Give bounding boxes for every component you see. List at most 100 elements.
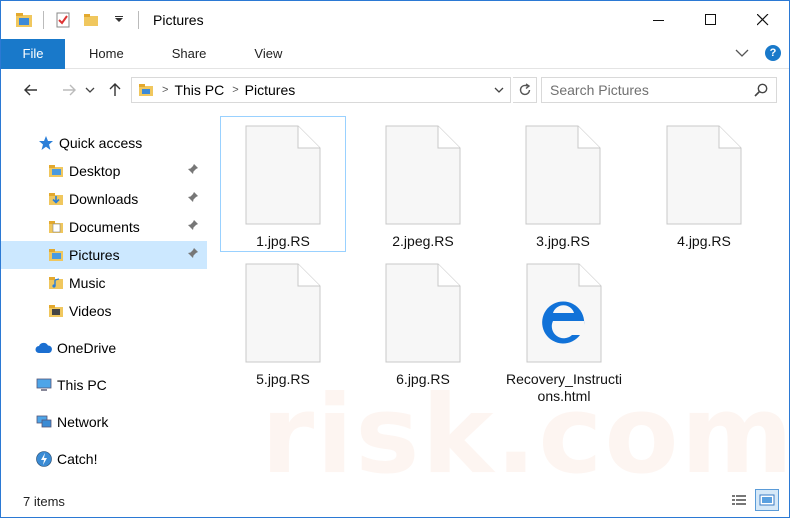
file-name: 6.jpg.RS <box>396 371 450 387</box>
file-name: 4.jpg.RS <box>677 233 731 249</box>
file-name: Recovery_Instructions.html <box>506 371 622 404</box>
edge-html-file-icon <box>526 263 602 363</box>
explorer-window: Pictures File Home Share View ? > This P… <box>0 0 790 518</box>
sidebar-item-label: Downloads <box>69 191 139 207</box>
file-name: 1.jpg.RS <box>256 233 310 249</box>
search-box[interactable] <box>541 77 777 103</box>
blank-file-icon <box>385 263 461 363</box>
forward-button[interactable] <box>57 78 81 102</box>
breadcrumb-separator-icon[interactable]: > <box>232 84 238 96</box>
sidebar-item-label: Documents <box>69 219 140 235</box>
refresh-button[interactable] <box>513 77 537 103</box>
pictures-folder-icon <box>138 83 154 97</box>
file-name: 2.jpeg.RS <box>392 233 454 249</box>
expand-ribbon-chevron-icon[interactable] <box>735 48 749 58</box>
back-arrow-icon <box>24 84 37 96</box>
file-list: 1.jpg.RS 2.jpeg.RS 3.jpg.RS 4.jpg.RS 5.j <box>207 111 789 483</box>
navigation-bar: > This PC > Pictures <box>1 73 789 107</box>
details-view-icon <box>732 495 746 505</box>
cloud-icon <box>35 339 53 357</box>
pin-icon[interactable] <box>187 191 199 206</box>
forward-arrow-icon <box>63 84 76 96</box>
sidebar-item-catch[interactable]: Catch! <box>1 445 207 473</box>
sidebar-item-downloads[interactable]: Downloads <box>1 185 207 213</box>
minimize-button[interactable] <box>633 1 685 39</box>
blank-file-icon <box>385 125 461 225</box>
sidebar-item-label: Videos <box>69 303 112 319</box>
file-item[interactable]: 3.jpg.RS <box>501 117 625 250</box>
pin-icon[interactable] <box>187 219 199 234</box>
file-item[interactable]: Recovery_Instructions.html <box>501 255 627 405</box>
ribbon-tabs: File Home Share View ? <box>1 38 789 69</box>
tab-home[interactable]: Home <box>65 39 148 69</box>
close-button[interactable] <box>737 1 789 39</box>
search-icon[interactable] <box>754 83 768 100</box>
blank-file-icon <box>245 263 321 363</box>
tab-view[interactable]: View <box>230 39 306 69</box>
up-arrow-icon <box>109 83 121 96</box>
customize-toolbar-chevron-icon[interactable] <box>108 9 130 31</box>
breadcrumb-this-pc[interactable]: This PC <box>174 82 224 98</box>
tab-share[interactable]: Share <box>148 39 231 69</box>
file-item[interactable]: 5.jpg.RS <box>221 255 345 388</box>
status-bar: 7 items <box>1 485 789 517</box>
toolbar-separator <box>43 11 44 29</box>
file-item[interactable]: 1.jpg.RS <box>220 116 346 252</box>
sidebar-item-label: Catch! <box>57 451 98 467</box>
large-icons-view-button[interactable] <box>755 489 779 511</box>
network-icon <box>35 413 53 431</box>
up-button[interactable] <box>103 78 127 102</box>
breadcrumb-pictures[interactable]: Pictures <box>245 82 296 98</box>
chevron-down-icon <box>85 87 95 93</box>
large-icons-view-icon <box>759 494 775 506</box>
address-bar[interactable]: > This PC > Pictures <box>131 77 511 103</box>
sidebar-item-desktop[interactable]: Desktop <box>1 157 207 185</box>
blank-file-icon <box>666 125 742 225</box>
sidebar-item-onedrive[interactable]: OneDrive <box>1 334 207 362</box>
file-item[interactable]: 6.jpg.RS <box>361 255 485 388</box>
file-item[interactable]: 4.jpg.RS <box>642 117 766 250</box>
sidebar-item-label: Music <box>69 275 106 291</box>
sidebar-item-documents[interactable]: Documents <box>1 213 207 241</box>
search-input[interactable] <box>550 82 750 98</box>
folder-videos-icon <box>47 302 65 320</box>
breadcrumb-separator-icon[interactable]: > <box>162 84 168 96</box>
sidebar-item-this-pc[interactable]: This PC <box>1 371 207 399</box>
folder-download-icon <box>47 190 65 208</box>
ribbon-right-controls: ? <box>735 45 781 61</box>
toolbar-separator <box>138 11 139 29</box>
blank-file-icon <box>245 125 321 225</box>
item-count: 7 items <box>23 493 65 509</box>
help-icon[interactable]: ? <box>765 45 781 61</box>
details-view-button[interactable] <box>727 489 751 511</box>
title-bar: Pictures <box>1 1 789 39</box>
properties-icon[interactable] <box>52 9 74 31</box>
maximize-button[interactable] <box>685 1 737 39</box>
sidebar-item-quick-access[interactable]: Quick access <box>1 129 207 157</box>
sidebar-item-network[interactable]: Network <box>1 408 207 436</box>
close-icon <box>757 14 769 26</box>
pin-icon[interactable] <box>187 247 199 262</box>
sidebar-item-music[interactable]: Music <box>1 269 207 297</box>
tab-file[interactable]: File <box>1 38 65 69</box>
sidebar-item-label: Network <box>57 414 109 430</box>
address-dropdown-icon[interactable] <box>494 86 504 94</box>
pin-icon[interactable] <box>187 163 199 178</box>
window-controls <box>633 1 789 39</box>
computer-icon <box>35 376 53 394</box>
file-name: 5.jpg.RS <box>256 371 310 387</box>
refresh-icon <box>519 83 530 96</box>
sidebar-item-label: OneDrive <box>57 340 117 356</box>
file-item[interactable]: 2.jpeg.RS <box>361 117 485 250</box>
back-button[interactable] <box>19 78 43 102</box>
folder-app-icon <box>13 9 35 31</box>
new-folder-icon[interactable] <box>80 9 102 31</box>
sidebar-item-videos[interactable]: Videos <box>1 297 207 325</box>
sidebar-item-pictures[interactable]: Pictures <box>1 241 207 269</box>
minimize-icon <box>653 20 664 21</box>
view-toggle <box>723 489 779 511</box>
file-name: 3.jpg.RS <box>536 233 590 249</box>
navigation-pane: Quick access Desktop Downloads Documents… <box>1 113 207 483</box>
recent-locations-button[interactable] <box>81 78 99 102</box>
blank-file-icon <box>525 125 601 225</box>
